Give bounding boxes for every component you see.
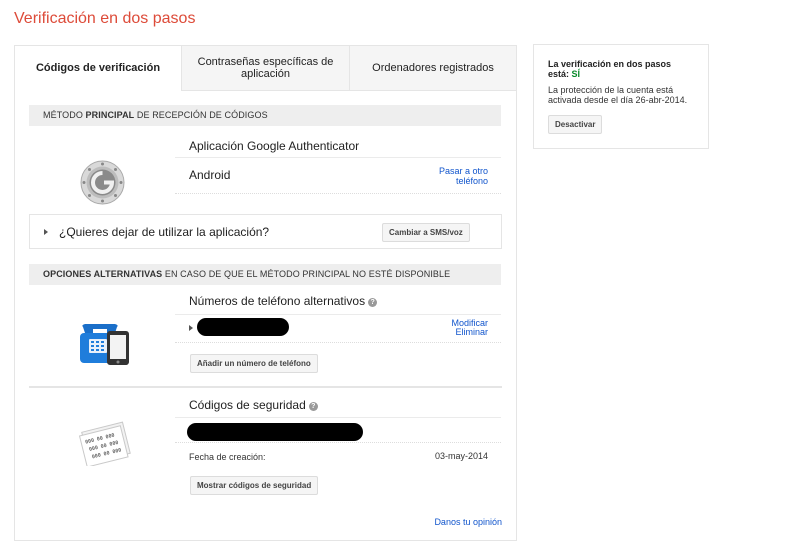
divider <box>175 314 501 315</box>
header-text: DE RECEPCIÓN DE CÓDIGOS <box>134 110 268 120</box>
header-bold-text: PRINCIPAL <box>85 110 135 120</box>
add-phone-button[interactable]: Añadir un número de teléfono <box>190 354 318 373</box>
expand-arrow-icon <box>44 229 48 235</box>
disable-button[interactable]: Desactivar <box>548 115 603 134</box>
device-name: Android <box>189 168 231 182</box>
change-phone-link[interactable]: Pasar a otro teléfono <box>415 166 488 186</box>
status-value: SÍ <box>571 69 581 79</box>
redacted-security-code <box>187 423 363 441</box>
stop-using-app-row[interactable]: ¿Quieres dejar de utilizar la aplicación… <box>29 214 502 249</box>
status-title: La verificación en dos pasos está: SÍ <box>548 59 694 79</box>
status-title-text: La verificación en dos pasos está: <box>548 59 672 79</box>
page-title: Verificación en dos pasos <box>14 10 196 27</box>
phone-icon <box>77 321 131 367</box>
feedback-link[interactable]: Danos tu opinión <box>395 517 502 527</box>
tab-bar: Códigos de verificación Contraseñas espe… <box>15 46 516 91</box>
help-icon[interactable]: ? <box>368 298 378 307</box>
header-text: EN CASO DE QUE EL MÉTODO PRINCIPAL NO ES… <box>162 269 451 279</box>
alternatives-header: OPCIONES ALTERNATIVAS EN CASO DE QUE EL … <box>29 264 501 285</box>
stop-using-app-question: ¿Quieres dejar de utilizar la aplicación… <box>59 225 270 239</box>
status-description: La protección de la cuenta está activada… <box>548 85 688 105</box>
header-bold-text: OPCIONES ALTERNATIVAS <box>43 269 163 279</box>
creation-date-label: Fecha de creación: <box>189 452 266 462</box>
divider <box>175 342 501 343</box>
tab-verification-codes[interactable]: Códigos de verificación <box>15 46 181 91</box>
primary-method-header: MÉTODO PRINCIPAL DE RECEPCIÓN DE CÓDIGOS <box>29 105 501 126</box>
tab-app-passwords[interactable]: Contraseñas específicas de aplicación <box>181 46 349 91</box>
divider <box>175 442 501 443</box>
security-codes-label: Códigos de seguridad <box>189 398 306 412</box>
security-codes-title: Códigos de seguridad? <box>189 398 318 412</box>
help-icon[interactable]: ? <box>308 402 318 411</box>
expand-arrow-icon[interactable] <box>189 325 193 331</box>
status-card: La verificación en dos pasos está: SÍ La… <box>533 44 709 149</box>
switch-to-sms-button[interactable]: Cambiar a SMS/voz <box>382 223 470 242</box>
tab-registered-computers[interactable]: Ordenadores registrados <box>349 46 516 91</box>
alternative-phones-title: Números de teléfono alternativos? <box>189 294 378 308</box>
creation-date-value: 03-may-2014 <box>434 451 488 461</box>
divider <box>175 417 501 418</box>
section-divider <box>29 386 502 388</box>
verification-panel: Códigos de verificación Contraseñas espe… <box>14 45 517 541</box>
divider <box>175 157 501 158</box>
google-authenticator-icon <box>80 160 125 205</box>
show-security-codes-button[interactable]: Mostrar códigos de seguridad <box>190 476 319 495</box>
alternative-phones-label: Números de teléfono alternativos <box>189 294 366 308</box>
divider <box>175 193 501 194</box>
security-codes-icon: 000 00 000 000 00 000 000 00 000 <box>75 421 135 468</box>
redacted-phone-number <box>197 318 289 336</box>
header-text: MÉTODO <box>43 110 86 120</box>
authenticator-app-title: Aplicación Google Authenticator <box>189 139 360 153</box>
delete-phone-link[interactable]: Eliminar <box>425 327 488 337</box>
